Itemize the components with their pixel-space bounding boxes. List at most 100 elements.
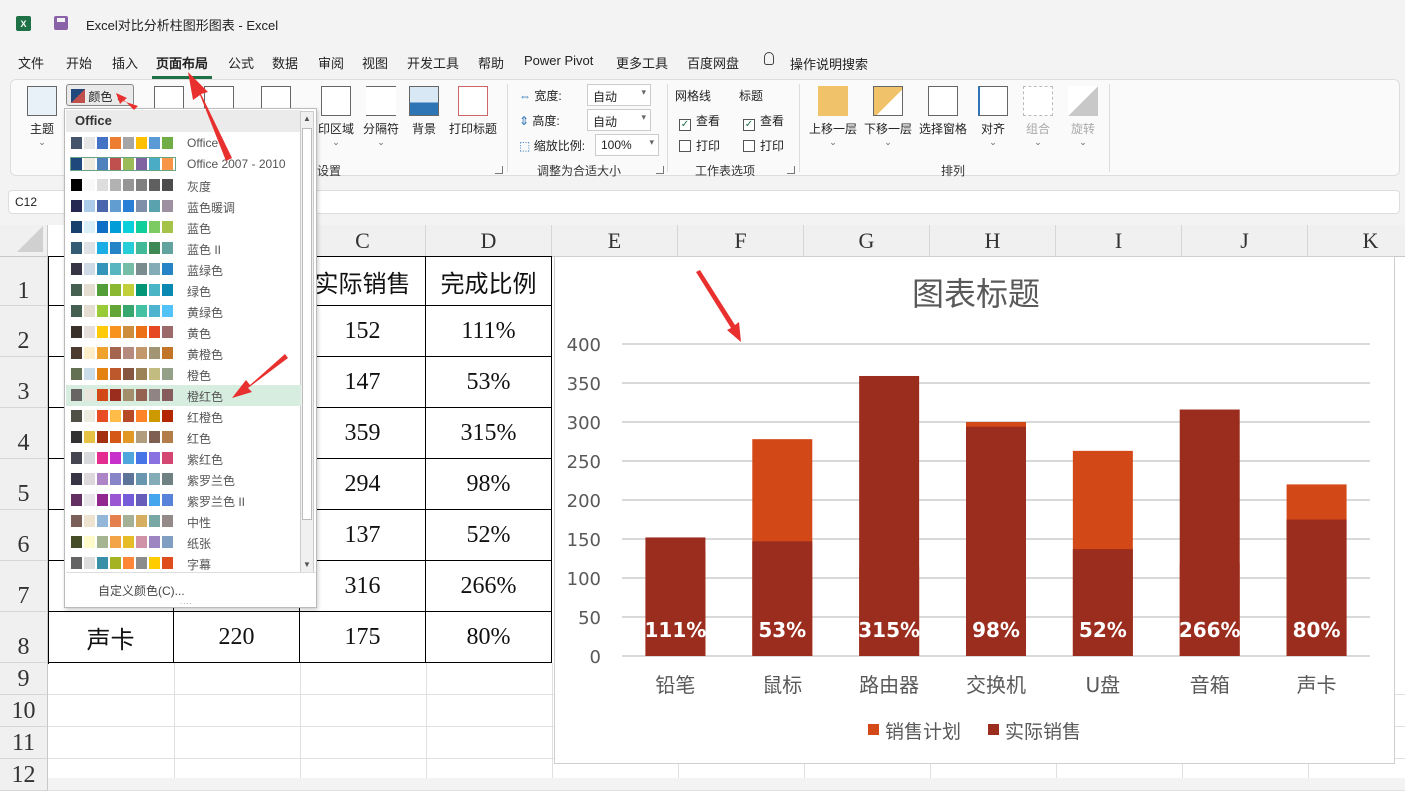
group-button[interactable]: 组合 ⌄ <box>1023 86 1053 147</box>
menu-tab-2[interactable]: 插入 <box>112 53 138 72</box>
row-header-10[interactable]: 10 <box>0 695 48 727</box>
column-header-E[interactable]: E <box>552 225 678 257</box>
color-scheme-item[interactable]: 蓝绿色 <box>66 259 301 280</box>
align-button[interactable]: 对齐 ⌄ <box>976 86 1010 147</box>
height-select[interactable]: 自动 <box>587 109 651 131</box>
table-cell-actual[interactable]: 359 <box>300 408 426 459</box>
width-select[interactable]: 自动 <box>587 84 651 106</box>
row-header-3[interactable]: 3 <box>0 357 48 408</box>
table-cell-rate[interactable]: 266% <box>426 561 552 612</box>
colors-button[interactable]: 颜色 ⌄ <box>66 84 134 106</box>
color-scheme-item[interactable]: Office <box>66 133 301 154</box>
menu-tab-12[interactable]: 百度网盘 <box>687 53 739 72</box>
column-header-K[interactable]: K <box>1308 225 1405 257</box>
header-actual-sales[interactable]: 实际销售 <box>300 257 426 306</box>
column-header-F[interactable]: F <box>678 225 804 257</box>
menu-tab-5[interactable]: 数据 <box>272 53 298 72</box>
row-header-9[interactable]: 9 <box>0 663 48 695</box>
menu-tab-11[interactable]: 更多工具 <box>616 53 668 72</box>
color-scheme-item[interactable]: 中性 <box>66 511 301 532</box>
column-header-C[interactable]: C <box>300 225 426 257</box>
color-scheme-item[interactable]: 橙红色 <box>66 385 301 406</box>
color-scheme-item[interactable]: 蓝色暖调 <box>66 196 301 217</box>
color-scheme-item[interactable]: 红橙色 <box>66 406 301 427</box>
row-header-12[interactable]: 12 <box>0 759 48 791</box>
chart[interactable]: 图表标题 0 50 100 150 200 250 300 350 400 111% 铅笔 53% 鼠标 3… <box>554 256 1395 764</box>
headings-view-checkbox[interactable]: ✓ 查看 <box>743 112 784 131</box>
row-header-11[interactable]: 11 <box>0 727 48 759</box>
scale-launcher-icon[interactable] <box>656 166 664 174</box>
save-icon[interactable] <box>54 16 68 30</box>
column-header-D[interactable]: D <box>426 225 552 257</box>
row-header-1[interactable]: 1 <box>0 257 48 306</box>
scroll-down-icon[interactable]: ▼ <box>301 558 313 572</box>
color-scheme-item[interactable]: 黄色 <box>66 322 301 343</box>
menu-tab-10[interactable]: Power Pivot <box>524 53 593 68</box>
table-cell-rate[interactable]: 80% <box>426 612 552 663</box>
table-cell-actual[interactable]: 137 <box>300 510 426 561</box>
breaks-button[interactable]: 分隔符 ⌄ <box>361 86 401 147</box>
scroll-up-icon[interactable]: ▲ <box>301 112 313 126</box>
color-scheme-item[interactable]: 橙色 <box>66 364 301 385</box>
table-cell-actual[interactable]: 316 <box>300 561 426 612</box>
rotate-button[interactable]: 旋转 ⌄ <box>1068 86 1098 147</box>
table-cell-actual[interactable]: 175 <box>300 612 426 663</box>
color-scheme-item[interactable]: 蓝色 II <box>66 238 301 259</box>
row-header-6[interactable]: 6 <box>0 510 48 561</box>
row-header-4[interactable]: 4 <box>0 408 48 459</box>
row-header-5[interactable]: 5 <box>0 459 48 510</box>
table-cell-rate[interactable]: 52% <box>426 510 552 561</box>
menu-tab-1[interactable]: 开始 <box>66 53 92 72</box>
column-header-H[interactable]: H <box>930 225 1056 257</box>
row-header-7[interactable]: 7 <box>0 561 48 612</box>
table-cell-actual[interactable]: 147 <box>300 357 426 408</box>
send-backward-button[interactable]: 下移一层 ⌄ <box>863 86 913 147</box>
color-scheme-item[interactable]: 字幕 <box>66 553 301 574</box>
color-scheme-item[interactable]: Office 2007 - 2010 <box>66 154 301 175</box>
background-button[interactable]: 背景 <box>409 86 439 137</box>
table-cell-actual[interactable]: 152 <box>300 306 426 357</box>
menu-tab-6[interactable]: 审阅 <box>318 53 344 72</box>
sheet-options-launcher-icon[interactable] <box>787 166 795 174</box>
gridlines-view-checkbox[interactable]: ✓ 查看 <box>679 112 720 131</box>
headings-print-checkbox[interactable]: 打印 <box>743 137 784 154</box>
table-cell-plan[interactable]: 220 <box>174 612 300 663</box>
color-scheme-item[interactable]: 紫罗兰色 <box>66 469 301 490</box>
dropdown-scrollbar[interactable]: ▲ ▼ <box>300 111 314 573</box>
scale-stepper[interactable]: 100% <box>595 134 659 156</box>
table-cell-product[interactable]: 声卡 <box>48 612 174 663</box>
row-header-8[interactable]: 8 <box>0 612 48 663</box>
color-scheme-item[interactable]: 绿色 <box>66 280 301 301</box>
table-cell-rate[interactable]: 315% <box>426 408 552 459</box>
color-scheme-item[interactable]: 纸张 <box>66 532 301 553</box>
scrollbar-thumb[interactable] <box>302 128 312 520</box>
table-cell-rate[interactable]: 53% <box>426 357 552 408</box>
table-cell-rate[interactable]: 111% <box>426 306 552 357</box>
menu-tab-9[interactable]: 帮助 <box>478 53 504 72</box>
column-header-J[interactable]: J <box>1182 225 1308 257</box>
page-setup-launcher-icon[interactable] <box>495 166 503 174</box>
menu-tab-4[interactable]: 公式 <box>228 53 254 72</box>
selection-pane-button[interactable]: 选择窗格 <box>918 86 968 137</box>
color-scheme-item[interactable]: 灰度 <box>66 175 301 196</box>
header-completion-rate[interactable]: 完成比例 <box>426 257 552 306</box>
row-header-2[interactable]: 2 <box>0 306 48 357</box>
table-cell-rate[interactable]: 98% <box>426 459 552 510</box>
menu-tab-8[interactable]: 开发工具 <box>407 53 459 72</box>
resize-handle[interactable]: .... <box>180 597 193 606</box>
color-scheme-item[interactable]: 紫罗兰色 II <box>66 490 301 511</box>
theme-button[interactable]: 主题 ⌄ <box>23 86 61 147</box>
custom-colors-menu-item[interactable]: 自定义颜色(C)... <box>98 582 185 599</box>
table-cell-actual[interactable]: 294 <box>300 459 426 510</box>
menu-tab-7[interactable]: 视图 <box>362 53 388 72</box>
select-all-button[interactable] <box>0 225 48 257</box>
color-scheme-item[interactable]: 紫红色 <box>66 448 301 469</box>
print-titles-button[interactable]: 打印标题 <box>448 86 498 137</box>
color-scheme-item[interactable]: 蓝色 <box>66 217 301 238</box>
color-scheme-item[interactable]: 黄橙色 <box>66 343 301 364</box>
tell-me-search[interactable]: 操作说明搜索 <box>790 54 868 73</box>
print-area-button[interactable]: 印区域 ⌄ <box>314 86 358 147</box>
color-scheme-item[interactable]: 红色 <box>66 427 301 448</box>
color-scheme-item[interactable]: 黄绿色 <box>66 301 301 322</box>
column-header-G[interactable]: G <box>804 225 930 257</box>
